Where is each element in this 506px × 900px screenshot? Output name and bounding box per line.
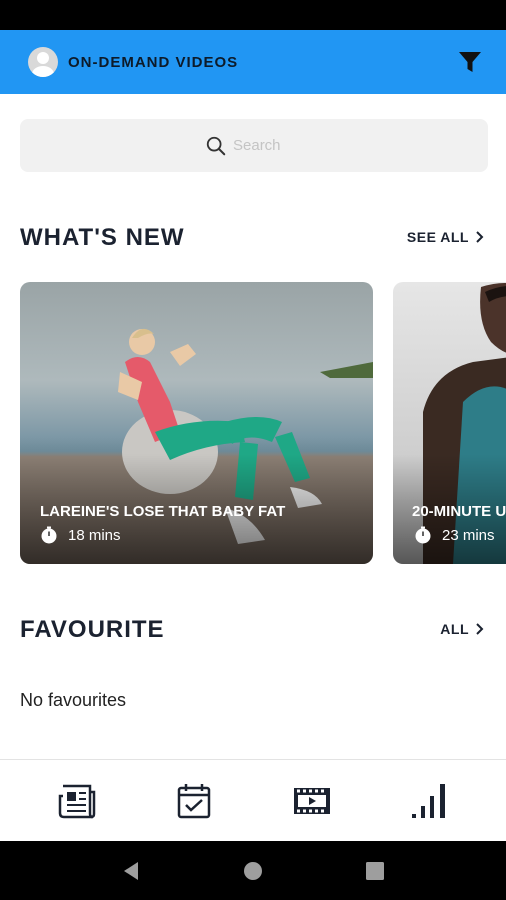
home-icon [244,861,262,880]
video-duration: 18 mins [40,526,121,544]
recents-icon [366,861,384,880]
all-label: ALL [440,621,469,637]
system-recents-button[interactable] [355,851,395,891]
main-content: WHAT'S NEW SEE ALL [0,94,506,759]
system-back-button[interactable] [111,851,151,891]
chevron-right-icon [476,231,484,243]
video-card[interactable]: 20-MINUTE UPPER 23 mins [393,282,506,564]
filter-icon [459,52,481,72]
avatar[interactable] [28,47,58,77]
system-nav-bar [0,841,506,900]
see-all-button[interactable]: SEE ALL [407,229,484,245]
calendar-check-icon [178,783,211,818]
duration-label: 18 mins [68,526,121,544]
video-title: 20-MINUTE UPPER [412,503,506,520]
app-bar: ON-DEMAND VIDEOS [0,30,506,94]
system-home-button[interactable] [233,851,273,891]
empty-favourites-text: No favourites [20,690,127,710]
video-card[interactable]: LAREINE'S LOSE THAT BABY FAT 18 mins [20,282,373,564]
search-icon [206,136,226,155]
search-input[interactable] [233,137,303,154]
page-title: ON-DEMAND VIDEOS [68,53,239,71]
news-icon [58,784,95,818]
all-favourites-button[interactable]: ALL [440,621,484,637]
nav-videos[interactable] [282,771,342,831]
status-bar [0,0,506,30]
timer-icon [41,526,57,544]
bottom-nav [0,759,506,841]
duration-label: 23 mins [442,526,495,544]
stats-icon [412,783,446,818]
whats-new-heading: WHAT'S NEW [20,224,185,251]
filter-button[interactable] [456,48,484,76]
video-title: LAREINE'S LOSE THAT BABY FAT [40,503,286,520]
favourite-heading: FAVOURITE [20,616,165,643]
video-duration: 23 mins [414,526,495,544]
chevron-right-icon [476,623,484,635]
search-bar[interactable] [20,119,488,172]
video-icon [293,787,330,814]
nav-stats[interactable] [399,771,459,831]
nav-calendar[interactable] [164,771,224,831]
timer-icon [415,526,431,544]
nav-news[interactable] [47,771,107,831]
back-icon [124,861,138,880]
see-all-label: SEE ALL [406,229,469,245]
